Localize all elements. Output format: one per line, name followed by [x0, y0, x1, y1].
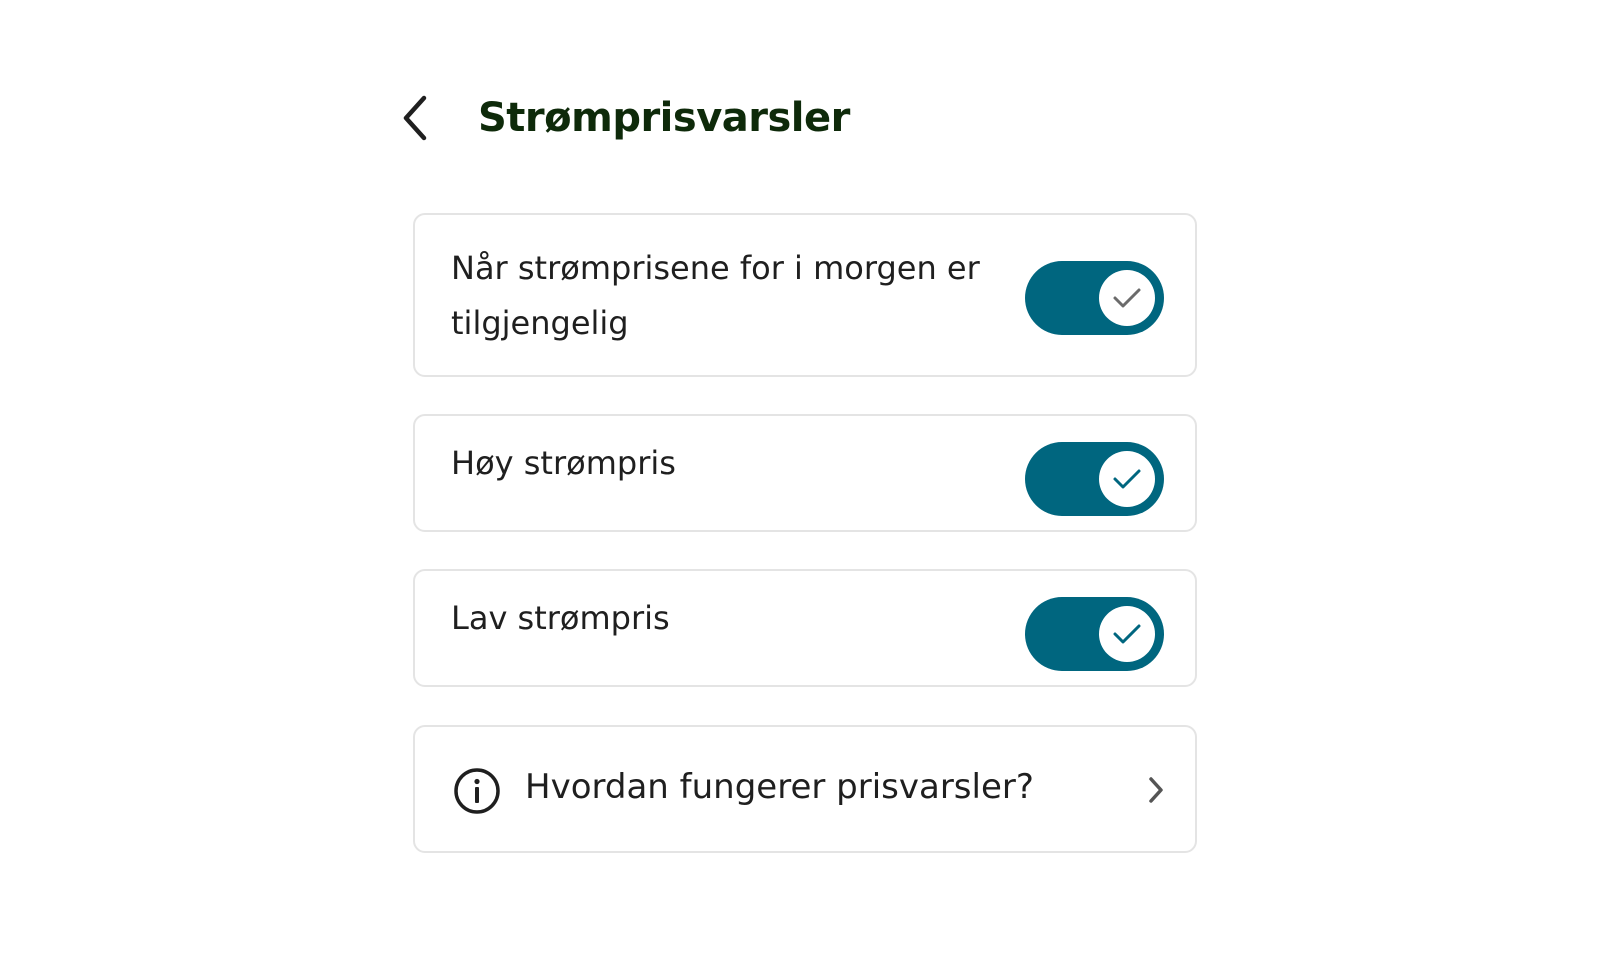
- setting-label: Når strømprisene for i morgen er tilgjen…: [451, 249, 980, 342]
- toggle-low-price[interactable]: [1025, 597, 1164, 671]
- back-button[interactable]: [400, 88, 444, 148]
- setting-label: Lav strømpris: [451, 599, 670, 637]
- info-icon: [454, 768, 500, 814]
- check-icon: [1113, 288, 1141, 308]
- page-title: Strømprisvarsler: [478, 95, 850, 141]
- toggle-knob: [1099, 270, 1155, 326]
- info-link-label: Hvordan fungerer prisvarsler?: [525, 767, 1034, 807]
- toggle-knob: [1099, 451, 1155, 507]
- setting-card-low-price: Lav strømpris: [413, 569, 1197, 687]
- toggle-tomorrow-prices[interactable]: [1025, 261, 1164, 335]
- setting-card-tomorrow-prices: Når strømprisene for i morgen er tilgjen…: [413, 213, 1197, 377]
- setting-card-high-price: Høy strømpris: [413, 414, 1197, 532]
- toggle-high-price[interactable]: [1025, 442, 1164, 516]
- info-link-card[interactable]: Hvordan fungerer prisvarsler?: [413, 725, 1197, 853]
- check-icon: [1113, 624, 1141, 644]
- toggle-knob: [1099, 606, 1155, 662]
- chevron-right-icon: [1149, 777, 1163, 803]
- check-icon: [1113, 469, 1141, 489]
- page-header: Strømprisvarsler: [400, 88, 850, 148]
- chevron-left-icon: [403, 95, 427, 141]
- setting-label: Høy strømpris: [451, 444, 676, 482]
